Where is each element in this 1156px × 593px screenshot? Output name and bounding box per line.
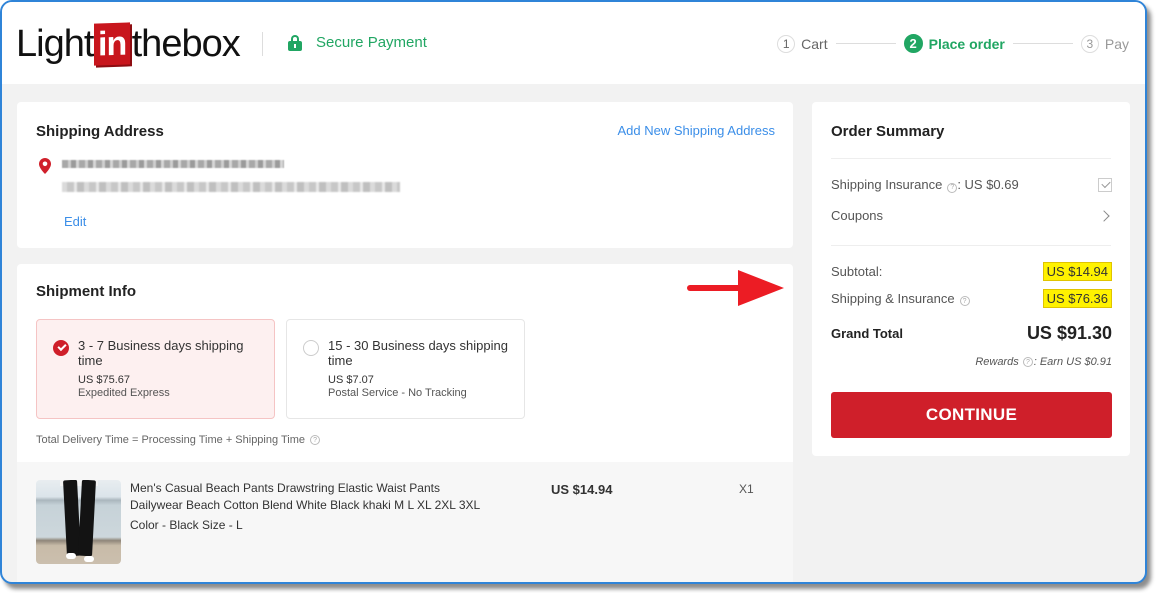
order-summary-title: Order Summary bbox=[831, 123, 945, 140]
lightinthebox-logo[interactable]: Light in thebox bbox=[16, 22, 241, 66]
help-icon[interactable]: ? bbox=[1022, 357, 1033, 367]
shipping-option-price: US $75.67 bbox=[78, 374, 130, 386]
step-cart[interactable]: 1 Cart bbox=[777, 34, 828, 53]
step-number: 2 bbox=[903, 34, 923, 53]
divider bbox=[831, 158, 1111, 159]
shipping-insurance-checkbox[interactable] bbox=[1098, 177, 1112, 192]
shipping-insurance-value: : US $0.69 bbox=[957, 177, 1019, 192]
grand-total-value: US $91.30 bbox=[1026, 323, 1112, 343]
add-new-shipping-address-link[interactable]: Add New Shipping Address bbox=[617, 123, 775, 138]
step-place-order: 2 Place order bbox=[903, 34, 1005, 53]
address-name-redacted bbox=[62, 160, 284, 168]
delivery-time-note: Total Delivery Time = Processing Time + … bbox=[36, 434, 321, 446]
checkout-progress-steps: 1 Cart 2 Place order 3 Pay bbox=[777, 34, 1129, 53]
browser-window: Light in thebox Secure Payment 1 Cart 2 Pl… bbox=[0, 0, 1147, 584]
annotation-arrow-icon bbox=[687, 270, 784, 306]
help-icon[interactable]: ? bbox=[310, 435, 321, 445]
secure-payment-badge: Secure Payment bbox=[288, 34, 427, 51]
subtotal-value: US $14.94 bbox=[1042, 262, 1112, 281]
shipping-and-insurance-row: Shipping & Insurance? US $76.36 bbox=[831, 289, 1112, 308]
shipment-info-title: Shipment Info bbox=[36, 283, 136, 300]
order-item-row: Men's Casual Beach Pants Drawstring Elas… bbox=[17, 462, 793, 582]
shipping-insurance-label-group: Shipping Insurance?: US $0.69 bbox=[831, 177, 1019, 193]
rewards-value: : Earn US $0.91 bbox=[1033, 356, 1112, 368]
chevron-right-icon bbox=[1098, 209, 1110, 222]
coupons-row[interactable]: Coupons bbox=[831, 208, 1112, 223]
location-pin-icon bbox=[39, 158, 51, 174]
product-quantity: X1 bbox=[739, 482, 754, 496]
header-divider bbox=[262, 32, 263, 56]
product-attributes: Color - Black Size - L bbox=[130, 518, 243, 532]
divider bbox=[831, 245, 1111, 246]
radio-checked-icon[interactable] bbox=[53, 340, 69, 356]
delivery-time-note-text: Total Delivery Time = Processing Time + … bbox=[36, 434, 306, 446]
product-price: US $14.94 bbox=[551, 482, 613, 497]
shipping-insurance-label: Shipping Insurance bbox=[831, 177, 943, 192]
order-summary-card: Order Summary Shipping Insurance?: US $0… bbox=[812, 102, 1130, 456]
step-connector bbox=[835, 43, 896, 44]
product-name[interactable]: Men's Casual Beach Pants Drawstring Elas… bbox=[130, 480, 490, 514]
edit-address-link[interactable]: Edit bbox=[64, 214, 86, 229]
shipping-and-insurance-label-group: Shipping & Insurance? bbox=[831, 291, 970, 307]
logo-text-thebox: thebox bbox=[131, 22, 241, 65]
step-number: 1 bbox=[777, 34, 796, 53]
step-connector bbox=[1012, 43, 1073, 44]
step-number: 3 bbox=[1080, 34, 1099, 53]
logo-text-light: Light bbox=[16, 22, 94, 65]
continue-button[interactable]: CONTINUE bbox=[831, 392, 1112, 438]
shipping-option-price: US $7.07 bbox=[328, 374, 374, 386]
logo-text-in: in bbox=[94, 22, 131, 66]
rewards-label: Rewards bbox=[975, 356, 1019, 368]
shipping-option-title: 3 - 7 Business days shipping time bbox=[78, 338, 244, 368]
shipping-option-title: 15 - 30 Business days shipping time bbox=[328, 338, 508, 368]
rewards-info: Rewards?: Earn US $0.91 bbox=[975, 356, 1112, 368]
shipping-option-postal[interactable]: 15 - 30 Business days shipping time US $… bbox=[286, 319, 525, 419]
product-thumbnail[interactable] bbox=[36, 480, 121, 564]
shipping-option-expedited[interactable]: 3 - 7 Business days shipping time US $75… bbox=[36, 319, 275, 419]
shipping-option-method: Expedited Express bbox=[78, 387, 170, 399]
shipping-insurance-row: Shipping Insurance?: US $0.69 bbox=[831, 177, 1112, 193]
address-line-redacted bbox=[62, 182, 400, 192]
help-icon[interactable]: ? bbox=[947, 182, 958, 193]
shipping-address-card: Shipping Address Add New Shipping Addres… bbox=[17, 102, 793, 248]
step-pay: 3 Pay bbox=[1080, 34, 1129, 53]
grand-total-row: Grand Total US $91.30 bbox=[831, 323, 1112, 344]
step-label: Pay bbox=[1104, 35, 1129, 52]
coupons-label: Coupons bbox=[831, 208, 884, 223]
help-icon[interactable]: ? bbox=[959, 296, 970, 307]
step-label: Cart bbox=[801, 35, 828, 52]
secure-payment-label: Secure Payment bbox=[316, 34, 427, 51]
grand-total-label: Grand Total bbox=[831, 326, 903, 341]
subtotal-label: Subtotal: bbox=[831, 264, 883, 279]
step-label: Place order bbox=[928, 35, 1005, 52]
lock-icon bbox=[288, 34, 302, 51]
shipping-address-title: Shipping Address bbox=[36, 123, 164, 140]
subtotal-row: Subtotal: US $14.94 bbox=[831, 262, 1112, 281]
shipping-option-method: Postal Service - No Tracking bbox=[328, 387, 467, 399]
radio-unchecked-icon[interactable] bbox=[303, 340, 319, 356]
shipping-and-insurance-label: Shipping & Insurance bbox=[831, 290, 955, 306]
checkout-header: Light in thebox Secure Payment 1 Cart 2 Pl… bbox=[2, 2, 1145, 84]
shipment-info-card: Shipment Info 3 - 7 Business days shippi… bbox=[17, 264, 793, 582]
shipping-and-insurance-value: US $76.36 bbox=[1042, 289, 1112, 308]
